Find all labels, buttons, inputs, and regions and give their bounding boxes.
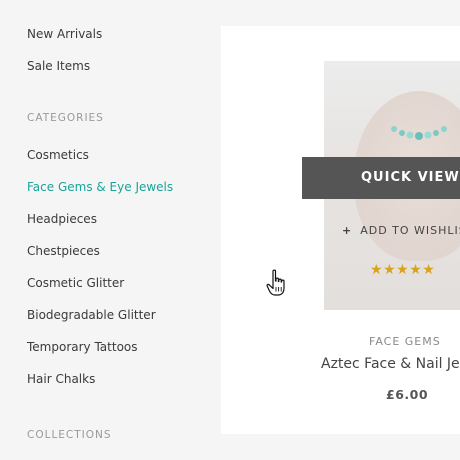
star-icon: ★	[422, 262, 436, 278]
wishlist-label: ADD TO WISHLIS	[360, 224, 460, 237]
sidebar-item-cosmetic-glitter[interactable]: Cosmetic Glitter	[27, 276, 124, 290]
star-icon: ★	[370, 262, 384, 278]
collections-heading: COLLECTIONS	[27, 429, 112, 441]
category-sidebar: New Arrivals Sale Items CATEGORIES Cosme…	[0, 0, 221, 460]
product-price: £6.00	[386, 387, 429, 402]
quick-view-label: QUICK VIEW	[361, 170, 460, 185]
sidebar-item-biodegradable-glitter[interactable]: Biodegradable Glitter	[27, 308, 156, 322]
add-to-wishlist-button[interactable]: + ADD TO WISHLIS	[342, 224, 460, 238]
sidebar-item-face-gems-eye-jewels[interactable]: Face Gems & Eye Jewels	[27, 180, 173, 194]
plus-icon: +	[342, 224, 353, 237]
sidebar-link-new-arrivals[interactable]: New Arrivals	[27, 27, 102, 41]
sidebar-item-chestpieces[interactable]: Chestpieces	[27, 244, 100, 258]
sidebar-item-headpieces[interactable]: Headpieces	[27, 212, 97, 226]
hand-pointer-icon	[266, 269, 285, 296]
star-icon: ★	[383, 262, 397, 278]
categories-heading: CATEGORIES	[27, 112, 104, 124]
star-icon: ★	[396, 262, 410, 278]
face-gems-decoration	[391, 126, 447, 140]
quick-view-button[interactable]: QUICK VIEW	[302, 157, 460, 199]
sidebar-item-temporary-tattoos[interactable]: Temporary Tattoos	[27, 340, 138, 354]
star-icon: ★	[409, 262, 423, 278]
rating-stars: ★★★★★	[370, 262, 435, 278]
sidebar-link-sale-items[interactable]: Sale Items	[27, 59, 90, 73]
sidebar-item-cosmetics[interactable]: Cosmetics	[27, 148, 89, 162]
product-category: FACE GEMS	[369, 335, 441, 348]
product-title[interactable]: Aztec Face & Nail Jev	[321, 356, 460, 372]
sidebar-item-hair-chalks[interactable]: Hair Chalks	[27, 372, 95, 386]
